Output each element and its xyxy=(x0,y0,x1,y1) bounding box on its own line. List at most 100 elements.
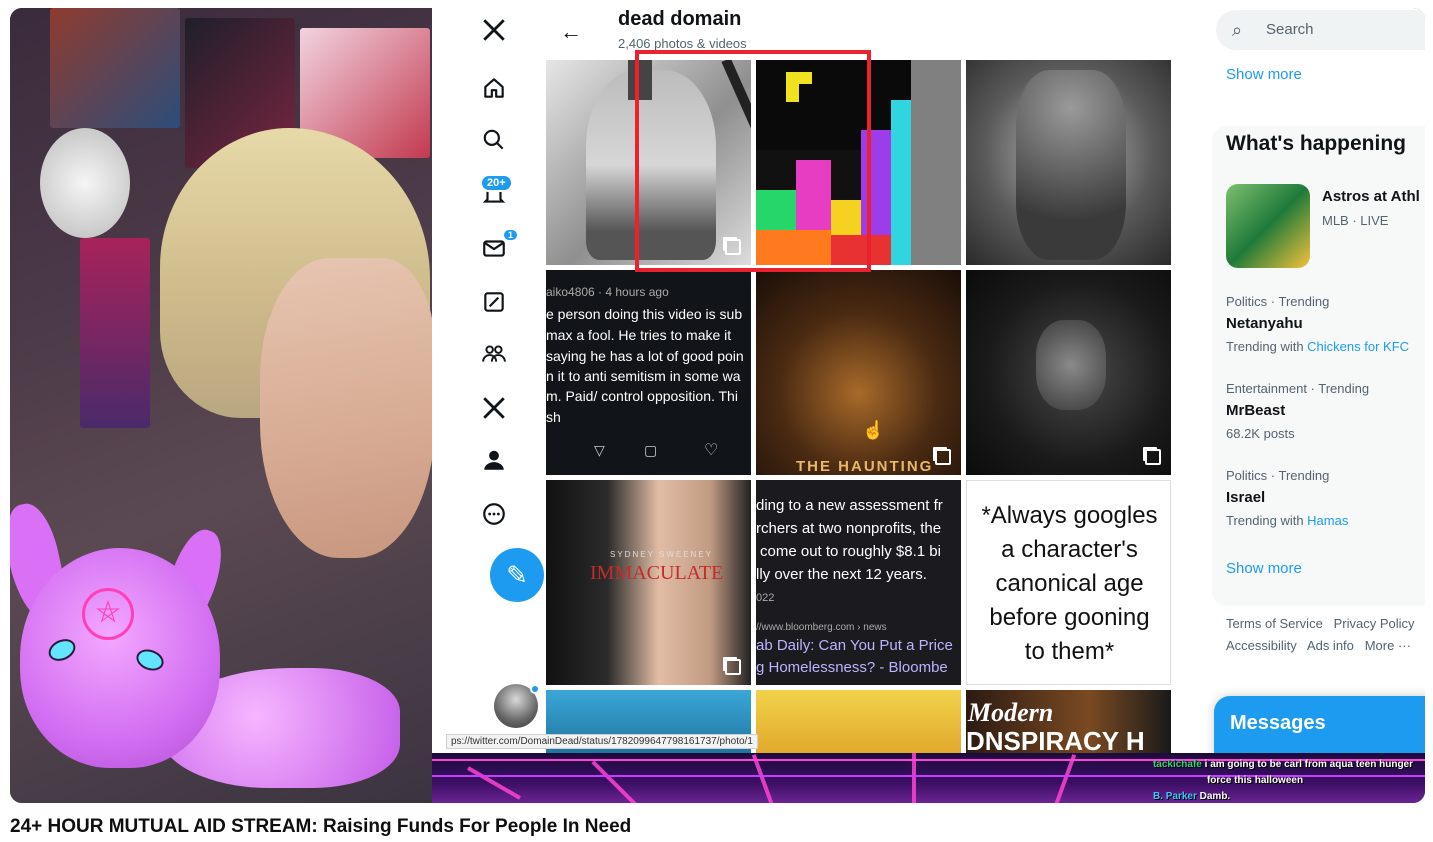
messages-label: Messages xyxy=(1230,712,1326,734)
poster-title: THE HAUNTING xyxy=(796,458,934,475)
post-text-line: n it to anti semitism in some wa xyxy=(546,368,741,384)
messages-drawer[interactable]: Messages xyxy=(1214,696,1425,753)
trend-thumbnail[interactable] xyxy=(1226,184,1310,268)
trend-extra-link[interactable]: Hamas xyxy=(1307,513,1348,528)
x-logo-icon[interactable] xyxy=(472,8,516,52)
media-tile[interactable] xyxy=(966,60,1171,265)
news-line: ding to a new assessment fr xyxy=(756,497,943,514)
compose-post-button[interactable]: ✎ xyxy=(490,548,544,602)
chat-message: tackichafe i am going to be carl from aq… xyxy=(1153,757,1413,773)
multi-photo-icon xyxy=(1145,449,1161,465)
wall-poster xyxy=(80,238,150,428)
left-nav: 20+ 1 ✎ xyxy=(454,8,544,753)
trend-extra-prefix: Trending with xyxy=(1226,513,1308,528)
feather-plus-icon: ✎ xyxy=(506,559,528,590)
trend-name[interactable]: Netanyahu xyxy=(1226,315,1303,332)
meme-text: *Always googles a character's canonical … xyxy=(967,499,1170,669)
profile-name: dead domain xyxy=(618,8,742,30)
pentagram-icon: ⛤ xyxy=(82,588,134,640)
red-highlight-box xyxy=(635,50,871,272)
webcam-feed: ⛤ xyxy=(10,8,435,803)
trend-name[interactable]: MrBeast xyxy=(1226,402,1285,419)
media-grid-column: ← dead domain 2,406 photos & videos aiko… xyxy=(542,8,1182,753)
meme-line: *Always googles xyxy=(981,502,1158,529)
trend-name[interactable]: Israel xyxy=(1226,489,1265,506)
whats-happening-title: What's happening xyxy=(1226,132,1406,155)
search-icon: ⌕ xyxy=(1232,20,1243,40)
trend-meta: MLB · LIVE xyxy=(1322,213,1389,228)
cursor-icon: ☝ xyxy=(862,420,885,440)
media-tile[interactable]: aiko4806 · 4 hours ago e person doing th… xyxy=(546,270,751,475)
news-line: come out to roughly $8.1 bi xyxy=(760,543,941,560)
media-tile[interactable]: ding to a new assessment fr rchers at tw… xyxy=(756,480,961,685)
stream-overlay-bar: tackichafe i am going to be carl from aq… xyxy=(432,753,1425,803)
post-text-line: m. Paid/ control opposition. Thi xyxy=(546,388,738,404)
stream-video[interactable]: ⛤ 20+ 1 ✎ ← dead domain 2,406 photos & v… xyxy=(10,8,1425,803)
bottom-tile-text: DNSPIRACY H xyxy=(966,726,1145,753)
poster-actor: SYDNEY SWEENEY xyxy=(610,550,713,559)
trend-extra-prefix: 68.2K posts xyxy=(1226,426,1295,441)
robot-figure xyxy=(1016,70,1126,260)
media-count: 2,406 photos & videos xyxy=(618,36,747,51)
footer-links[interactable]: Accessibility Ads info More ··· xyxy=(1226,638,1411,653)
meme-line: to them* xyxy=(1024,638,1115,665)
news-line: lly over the next 12 years. xyxy=(756,566,927,583)
bottom-tile-text: Modern xyxy=(968,698,1054,727)
media-tile[interactable]: THE HAUNTING ☝ xyxy=(756,270,961,475)
streamer-face xyxy=(260,258,435,558)
chat-text: force this halloween xyxy=(1206,775,1304,786)
home-icon[interactable] xyxy=(472,66,516,110)
media-tile[interactable]: *Always googles a character's canonical … xyxy=(966,480,1171,685)
notifications-badge: 20+ xyxy=(480,174,513,192)
trend-extra-prefix: Trending with xyxy=(1226,339,1308,354)
more-icon[interactable] xyxy=(472,492,516,536)
trend-title[interactable]: Astros at Athl xyxy=(1322,188,1420,205)
trend-category: Politics · Trending xyxy=(1226,294,1330,309)
news-source: //www.bloomberg.com › news xyxy=(756,622,887,633)
media-tile[interactable]: SYDNEY SWEENEY IMMACULATE xyxy=(546,480,751,685)
profile-icon[interactable] xyxy=(472,438,516,482)
trend-extra: 68.2K posts xyxy=(1226,426,1295,441)
trend-category: Politics · Trending xyxy=(1226,468,1330,483)
messages-badge: 1 xyxy=(502,228,520,242)
show-more-link[interactable]: Show more xyxy=(1226,560,1302,577)
trend-category: Entertainment · Trending xyxy=(1226,381,1370,396)
trend-extra: Trending with Hamas xyxy=(1226,513,1348,528)
wall-poster xyxy=(40,128,130,238)
post-text-line: e person doing this video is sub xyxy=(546,306,743,322)
chat-text: Damb. xyxy=(1199,791,1231,802)
link-preview-url: ps://twitter.com/DomainDead/status/17820… xyxy=(446,734,758,749)
footer-links[interactable]: Terms of Service Privacy Policy xyxy=(1226,616,1415,631)
hand-shape xyxy=(1036,320,1106,410)
search-icon[interactable] xyxy=(472,118,516,162)
media-tile[interactable] xyxy=(756,690,961,753)
multi-photo-icon xyxy=(935,449,951,465)
premium-icon[interactable] xyxy=(472,386,516,430)
grok-icon[interactable] xyxy=(472,280,516,324)
post-user-line: aiko4806 · 4 hours ago xyxy=(546,285,669,299)
chat-text: i am going to be carl from aqua teen hun… xyxy=(1204,759,1413,770)
media-tile[interactable] xyxy=(966,270,1171,475)
neon-ray xyxy=(591,760,637,803)
search-input[interactable]: ⌕ Search xyxy=(1216,10,1425,50)
meme-line: before gooning xyxy=(989,604,1150,631)
show-more-link[interactable]: Show more xyxy=(1226,66,1302,83)
media-tile[interactable]: Modern DNSPIRACY H xyxy=(966,690,1171,753)
chat-message: force this halloween xyxy=(1153,773,1413,789)
account-status-dot xyxy=(530,684,540,694)
post-text-line: max a fool. He tries to make it xyxy=(546,327,732,343)
meme-line: a character's xyxy=(1001,536,1138,563)
news-headline: g Homelessness? - Bloombe xyxy=(756,659,948,676)
chat-overlay: tackichafe i am going to be carl from aq… xyxy=(1153,757,1413,803)
trend-extra-link[interactable]: Chickens for KFC xyxy=(1307,339,1409,354)
multi-photo-icon xyxy=(725,659,741,675)
poster-title: IMMACULATE xyxy=(590,562,724,584)
back-arrow-icon[interactable]: ← xyxy=(560,18,588,46)
reply-icon: ▢ xyxy=(644,442,658,458)
chat-user: tackichafe xyxy=(1152,759,1202,770)
search-placeholder: Search xyxy=(1266,21,1314,38)
news-headline: ab Daily: Can You Put a Price xyxy=(756,637,953,654)
communities-icon[interactable] xyxy=(472,332,516,376)
meme-line: canonical age xyxy=(995,570,1144,597)
heart-icon: ♡ xyxy=(704,442,719,459)
